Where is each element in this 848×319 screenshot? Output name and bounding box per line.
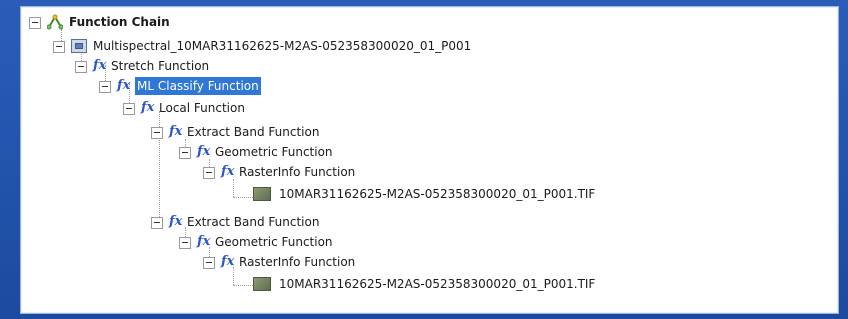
tree-item-label-selected: ML Classify Function: [135, 77, 261, 95]
window-frame: Function Chain Multispectral_10MAR311626…: [0, 0, 848, 319]
collapse-toggle[interactable]: [53, 41, 65, 53]
tree-connector: [233, 197, 253, 198]
fx-icon: fx: [221, 254, 235, 269]
tree-rows: Function Chain Multispectral_10MAR311626…: [21, 7, 838, 313]
fx-icon: fx: [197, 234, 211, 249]
tree-item-label: Stretch Function: [111, 59, 210, 73]
tree-item-label: Extract Band Function: [187, 215, 320, 229]
collapse-toggle[interactable]: [203, 257, 215, 269]
tree-item-label: RasterInfo Function: [239, 255, 356, 269]
tree-item-label: Geometric Function: [215, 145, 333, 159]
fx-icon: fx: [93, 58, 107, 73]
tree-connector: [233, 179, 234, 197]
collapse-toggle[interactable]: [151, 127, 163, 139]
collapse-toggle[interactable]: [151, 217, 163, 229]
collapse-toggle[interactable]: [203, 167, 215, 179]
tree-item-label: 10MAR31162625-M2AS-052358300020_01_P001.…: [279, 277, 596, 291]
tree-item-label: 10MAR31162625-M2AS-052358300020_01_P001.…: [279, 187, 596, 201]
function-chain-tree-panel: Function Chain Multispectral_10MAR311626…: [20, 6, 839, 314]
fx-icon: fx: [197, 144, 211, 159]
collapse-toggle[interactable]: [75, 61, 87, 73]
collapse-toggle[interactable]: [29, 17, 41, 29]
tree-item-label: Geometric Function: [215, 235, 333, 249]
fx-icon: fx: [117, 78, 131, 93]
tree-item-label: Extract Band Function: [187, 125, 320, 139]
collapse-toggle[interactable]: [99, 81, 111, 93]
tif-file-icon: [253, 277, 271, 291]
tree-connector: [233, 285, 253, 286]
tif-file-icon: [253, 187, 271, 201]
collapse-toggle[interactable]: [179, 237, 191, 249]
fx-icon: fx: [169, 214, 183, 229]
tree-item-label: Multispectral_10MAR31162625-M2AS-0523583…: [93, 39, 472, 53]
raster-dataset-icon: [71, 39, 87, 53]
collapse-toggle[interactable]: [179, 147, 191, 159]
tree-root-label: Function Chain: [69, 15, 170, 29]
function-chain-icon: [46, 14, 64, 30]
fx-icon: fx: [141, 100, 155, 115]
tree-item-label: RasterInfo Function: [239, 165, 356, 179]
collapse-toggle[interactable]: [123, 103, 135, 115]
fx-icon: fx: [221, 164, 235, 179]
fx-icon: fx: [169, 124, 183, 139]
tree-item-label: Local Function: [159, 101, 245, 115]
